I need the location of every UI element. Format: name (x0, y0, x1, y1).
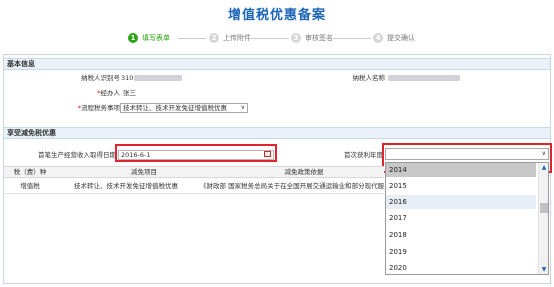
section-tax-relief: 享受减免税优惠 (4, 127, 550, 139)
step-number: 2 (209, 33, 219, 43)
step-number: 3 (291, 33, 301, 43)
first-income-date-label: 首笔生产经营收入取得日期 (38, 151, 116, 159)
step-number: 4 (373, 33, 383, 43)
taxpayer-id-redacted (134, 75, 182, 81)
step-label: 审核签名 (305, 34, 333, 42)
table-cell-tax-type: 增值税 (20, 182, 40, 190)
step-connector (333, 38, 371, 39)
dropdown-scrollbar[interactable]: ▲ ▼ (538, 163, 548, 274)
step-label: 提交确认 (387, 34, 415, 42)
taxpayer-id-label: 纳税人识别号 (81, 74, 120, 82)
highlight-first-income-date (115, 144, 277, 162)
column-header-policy-basis: 减免政策依据 (284, 168, 324, 176)
year-option[interactable]: 2015 (386, 179, 536, 193)
page-title: 增值税优惠备案 (227, 8, 326, 23)
step-number: 1 (128, 33, 138, 43)
process-select[interactable]: 技术转让、技术开发免征增值税优惠 ∨ (120, 103, 248, 113)
chevron-down-icon: ∨ (240, 104, 245, 111)
year-dropdown-list[interactable]: 2014 2015 2016 2017 2018 2019 2020 ▲ ▼ (385, 162, 549, 275)
year-option[interactable]: 2014 (386, 163, 536, 177)
step-submit-confirm[interactable]: 4 提交确认 (373, 33, 415, 43)
column-header-relief-item: 减免项目 (131, 168, 157, 176)
process-label: *流程税务事项 (77, 104, 120, 112)
step-connector (251, 38, 289, 39)
taxpayer-id-value: 310 (121, 74, 134, 82)
relief-table-header: 税（费）种 减免项目 减免政策依据 (4, 166, 384, 178)
table-cell-relief-item: 技术转让、技术开发免征增值税优惠 (74, 182, 178, 190)
step-fill-form[interactable]: 1 填写表单 (128, 33, 170, 43)
step-connector (178, 38, 206, 39)
first-profit-year-label: 首次获利年度 (344, 151, 383, 159)
handler-label: *经办人 (97, 89, 120, 97)
column-header-tax-type: 税（费）种 (13, 168, 47, 176)
year-option[interactable]: 2016 (386, 195, 536, 209)
step-wizard: 1 填写表单 2 上传附件 3 审核签名 4 提交确认 (0, 33, 554, 47)
scroll-up-icon[interactable]: ▲ (539, 163, 549, 172)
table-divider (4, 193, 384, 194)
year-option[interactable]: 2019 (386, 245, 536, 259)
step-label: 填写表单 (142, 34, 170, 42)
step-label: 上传附件 (223, 34, 251, 42)
year-option[interactable]: 2020 (386, 261, 536, 275)
scrollbar-thumb[interactable] (540, 203, 548, 213)
taxpayer-name-redacted (388, 75, 460, 81)
scroll-down-icon[interactable]: ▼ (539, 265, 549, 274)
handler-input[interactable]: 张三 (120, 88, 280, 98)
step-review-sign[interactable]: 3 审核签名 (291, 33, 333, 43)
taxpayer-name-label: 纳税人名称 (352, 74, 386, 82)
year-option[interactable]: 2017 (386, 211, 536, 225)
step-upload-attachment[interactable]: 2 上传附件 (209, 33, 251, 43)
year-option[interactable]: 2018 (386, 228, 536, 242)
table-cell-policy-basis: 《财政部 国家税务总局关于在全国开展交通运输业和部分现代服 (200, 182, 384, 190)
section-basic-info: 基本信息 (4, 58, 550, 70)
